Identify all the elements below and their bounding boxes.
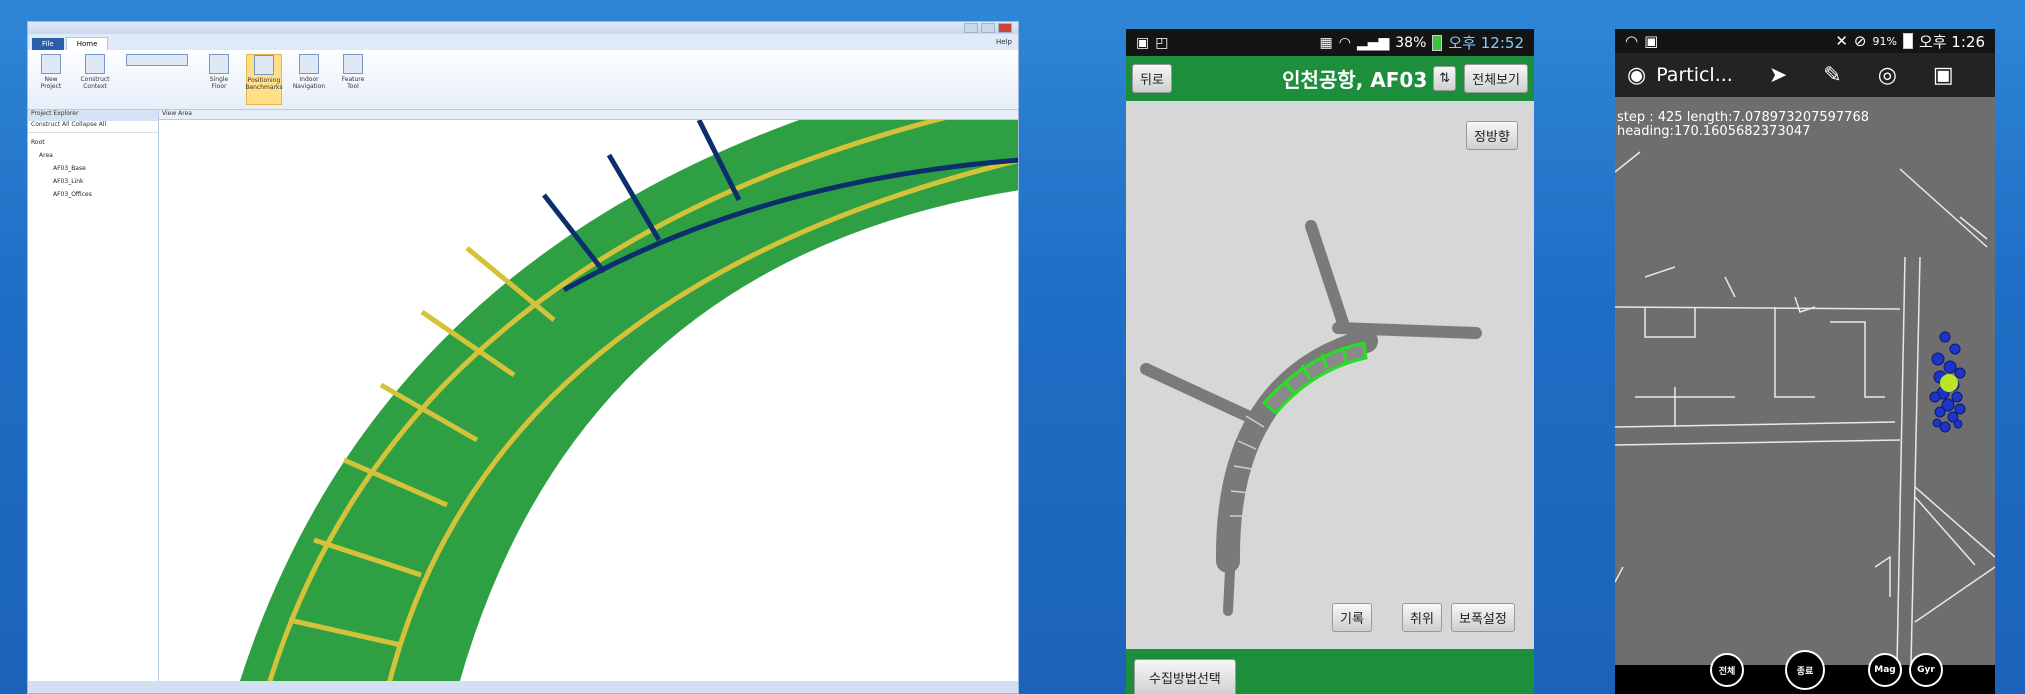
floor-map-canvas[interactable] — [1126, 101, 1534, 649]
tree-item-link[interactable]: AF03_Link — [31, 175, 155, 188]
positioning-benchmarks-button[interactable]: Positioning Benchmarks — [245, 54, 283, 105]
map-icon[interactable]: ▣ — [1933, 63, 1954, 88]
corridor-lines — [1140, 220, 1482, 616]
step-length-readout: step : 425 length:7.078973207597768 — [1617, 110, 1869, 125]
phone-collection-app: ▣ ◰ ▦ ◠ ▂▄▆ 38% 오후 12:52 뒤로 인천공항, AF03 ⇅… — [1126, 29, 1534, 694]
show-all-button[interactable]: 전체보기 — [1464, 64, 1528, 93]
layer-list-icon — [126, 54, 188, 66]
sim-icon: ▦ — [1319, 34, 1333, 51]
project-tree: Root Area AF03_Base AF03_Link AF03_Offic… — [28, 133, 158, 204]
maximize-button[interactable] — [981, 23, 995, 33]
file-tab[interactable]: File — [32, 38, 64, 50]
corridor-band — [239, 60, 1018, 684]
indoor-navigation-button[interactable]: Indoor Navigation — [292, 54, 326, 105]
status-time: 오후 12:52 — [1448, 34, 1524, 52]
app-title-area[interactable]: ◉ Particl... — [1627, 63, 1733, 88]
navigation-icon — [299, 54, 319, 74]
minimize-button[interactable] — [964, 23, 978, 33]
notification-icon: ▣ — [1644, 32, 1659, 50]
feature-tool-button[interactable]: Feature Tool — [336, 54, 370, 105]
building-icon — [209, 54, 229, 74]
end-button[interactable]: 종료 — [1785, 650, 1825, 690]
close-button[interactable] — [998, 23, 1012, 33]
signal-icon: ▂▄▆ — [1356, 34, 1390, 51]
explorer-toolbar[interactable]: Construct All Collapse All — [28, 121, 158, 133]
all-button[interactable]: 전체 — [1710, 653, 1744, 687]
floor-toggle-button[interactable]: ⇅ — [1433, 66, 1457, 91]
battery-icon — [1432, 34, 1443, 51]
layer-list-button[interactable] — [122, 54, 192, 105]
mute-icon: ✕ — [1835, 32, 1848, 50]
map-view[interactable]: View Area — [159, 60, 1019, 685]
tree-item-root[interactable]: Root — [31, 136, 155, 149]
location-target-icon: ◉ — [1627, 62, 1647, 88]
phone1-status-bar: ▣ ◰ ▦ ◠ ▂▄▆ 38% 오후 12:52 — [1126, 29, 1534, 56]
ribbon-tabs: File Home Help — [28, 34, 1018, 50]
floor-icon: ⇅ — [1439, 71, 1451, 86]
wifi-icon: ◠ — [1625, 32, 1639, 50]
particle-map[interactable] — [1615, 97, 1995, 665]
tree-item-base[interactable]: AF03_Base — [31, 162, 155, 175]
status-bar — [28, 681, 1018, 693]
tree-item-offices[interactable]: AF03_Offices — [31, 188, 155, 201]
view-header: View Area — [159, 110, 1018, 120]
new-project-button[interactable]: New Project — [34, 54, 68, 105]
battery-percent: 38% — [1395, 34, 1427, 51]
wifi-icon: ◠ — [1338, 34, 1351, 51]
desktop-app-window: File Home Help New Project Construct Con… — [27, 21, 1019, 694]
gyr-button[interactable]: Gyr — [1909, 653, 1943, 687]
explorer-header: Project Explorer — [28, 110, 158, 121]
app-title: Particl... — [1656, 64, 1733, 86]
tree-item-area[interactable]: Area — [31, 149, 155, 162]
mag-button[interactable]: Mag — [1868, 653, 1902, 687]
phone2-action-bar: ◉ Particl... ➤ ✎ ◎ ▣ — [1615, 53, 1995, 97]
undo-button[interactable]: 취위 — [1402, 603, 1442, 632]
battery-icon — [1902, 33, 1913, 49]
collect-method-button[interactable]: 수집방법선택 — [1134, 659, 1236, 694]
phone1-top-bar: 뒤로 인천공항, AF03 ⇅ 전체보기 — [1126, 56, 1534, 101]
help-link[interactable]: Help — [996, 38, 1012, 46]
gallery-icon: ▣ — [1136, 34, 1150, 51]
benchmark-icon — [254, 55, 274, 75]
back-button[interactable]: 뒤로 — [1132, 64, 1172, 93]
globe-icon — [85, 54, 105, 74]
project-explorer: Project Explorer Construct All Collapse … — [28, 110, 159, 681]
window-controls — [964, 23, 1012, 33]
screenshot-icon: ◰ — [1155, 34, 1169, 51]
home-tab[interactable]: Home — [65, 37, 109, 50]
tool-icon — [343, 54, 363, 74]
step-setting-button[interactable]: 보폭설정 — [1451, 603, 1515, 632]
phone-particle-app: ◠ ▣ ✕ ⊘ 91% 오후 1:26 ◉ Particl... ➤ ✎ ◎ ▣ — [1615, 29, 1995, 694]
heading-readout: heading:170.1605682373047 — [1617, 124, 1811, 139]
ribbon: New Project Construct Context Single Flo… — [28, 50, 1018, 110]
page-title: 인천공항, AF03 — [1282, 68, 1428, 92]
battery-percent: 91% — [1872, 34, 1897, 48]
single-floor-button[interactable]: Single Floor — [202, 54, 236, 105]
record-button[interactable]: 기록 — [1332, 603, 1372, 632]
new-project-icon — [41, 54, 61, 74]
phone2-status-bar: ◠ ▣ ✕ ⊘ 91% 오후 1:26 — [1615, 29, 1995, 53]
block-icon: ⊘ — [1853, 32, 1867, 50]
eye-icon[interactable]: ◎ — [1878, 63, 1897, 88]
particle-info: step : 425 length:7.078973207597768 head… — [1617, 111, 1869, 139]
floor-map[interactable] — [1126, 101, 1534, 649]
wrench-icon[interactable]: ✎ — [1823, 63, 1841, 88]
send-icon[interactable]: ➤ — [1769, 63, 1787, 88]
phone1-bottom-bar: 수집방법선택 — [1126, 649, 1534, 694]
corridor-map[interactable] — [159, 60, 1019, 685]
window-titlebar — [28, 22, 1018, 34]
heading-button[interactable]: 정방향 — [1466, 121, 1518, 150]
status-time: 오후 1:26 — [1918, 32, 1985, 51]
current-position-marker — [1940, 374, 1958, 392]
construct-context-button[interactable]: Construct Context — [78, 54, 112, 105]
